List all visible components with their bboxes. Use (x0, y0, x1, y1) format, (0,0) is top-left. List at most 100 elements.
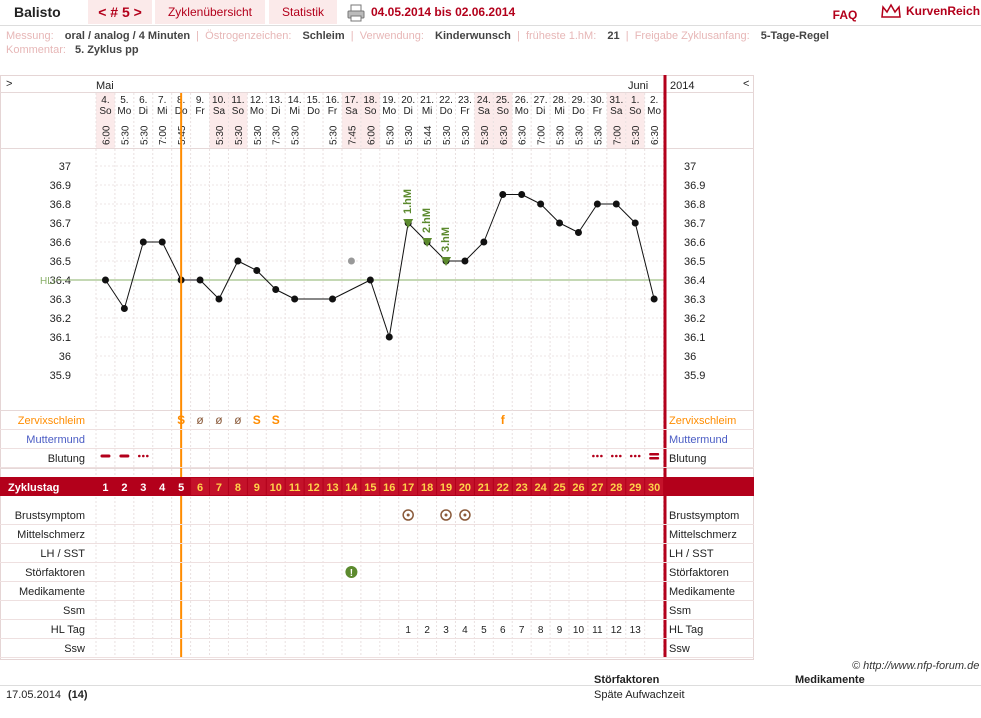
freigabe-value: 5-Tage-Regel (760, 30, 829, 42)
zyklustag-number: 15 (364, 482, 376, 494)
ytick-right: 36.2 (684, 313, 705, 325)
user-name: Balisto (14, 4, 61, 20)
footer-day: (14) (68, 689, 88, 701)
date-label: 16. (326, 95, 340, 106)
schleim-symbol: S (253, 413, 261, 427)
temp-point (196, 276, 204, 284)
tab-statistics[interactable]: Statistik (269, 0, 337, 24)
weekday-label: Do (572, 106, 585, 117)
ytick-left: 36.7 (50, 218, 71, 230)
schleim-symbol: S (177, 413, 185, 427)
blutung-spotting (629, 454, 633, 458)
hl-tag-number: 1 (405, 625, 411, 636)
hl-tag-number: 11 (592, 625, 603, 636)
temp-point (480, 238, 488, 246)
temp-point (385, 333, 393, 341)
ytick-right: 36.9 (684, 180, 705, 192)
ytick-right: 36.7 (684, 218, 705, 230)
medi-title: Medikamente (795, 674, 865, 686)
blutung-spotting (633, 454, 637, 458)
row-label-schleim: Zervixschleim (18, 415, 85, 427)
hl-tag-number: 13 (630, 625, 642, 636)
temp-point (537, 200, 545, 208)
time-label: 7:30 (272, 125, 283, 145)
kommentar-value: 5. Zyklus pp (74, 44, 139, 56)
date-label: 11. (231, 95, 244, 106)
temp-line-segment (369, 279, 390, 338)
temp-point (631, 219, 639, 227)
time-label: 5:30 (253, 125, 264, 145)
date-label: 25. (496, 95, 510, 106)
zyklustag-number: 5 (178, 482, 184, 494)
temp-point (556, 219, 564, 227)
blutung-spotting (600, 454, 603, 458)
zyklustag-number: 16 (383, 482, 395, 494)
row-label-muttermund: Muttermund (26, 434, 85, 446)
blutung-spotting (146, 454, 149, 458)
weekday-label: Mo (250, 106, 264, 117)
date-label: 30. (590, 95, 604, 106)
hl-tag-number: 4 (462, 625, 468, 636)
time-label: 5:45 (177, 125, 188, 145)
ytick-right: 37 (684, 161, 696, 173)
month-label-juni: Juni (628, 80, 648, 92)
temp-point (120, 305, 128, 312)
stoer-text: Späte Aufwachzeit (594, 689, 685, 701)
time-label: 6:00 (101, 125, 112, 145)
weekday-label: Fr (328, 106, 338, 117)
weekday-label: Do (307, 106, 320, 117)
cycle-chart: > <Mai Juni 20144.So6:005.Mo5:306.Di5:307.M… (0, 75, 754, 660)
time-label: 7:00 (612, 125, 623, 145)
blutung-spotting (619, 454, 622, 458)
date-label: 15. (307, 95, 321, 106)
blutung-spotting (611, 454, 614, 458)
date-label: 23. (458, 95, 472, 106)
verwendung-value: Kinderwunsch (435, 30, 511, 42)
temp-point (499, 191, 507, 198)
time-label: 6:30 (650, 125, 661, 145)
zyklustag-number: 27 (591, 482, 603, 494)
time-label: 5:30 (404, 125, 415, 145)
date-label: 2. (650, 95, 658, 106)
time-label: 7:00 (537, 125, 548, 145)
brustsymptom-dot (463, 513, 467, 517)
date-label: 22. (439, 95, 453, 106)
print-icon[interactable] (347, 4, 365, 22)
weekday-label: Mo (515, 106, 529, 117)
time-label: 5:30 (442, 125, 453, 145)
date-label: 7. (158, 95, 166, 106)
zyklustag-number: 29 (629, 482, 641, 494)
hl-tag-number: 6 (500, 625, 506, 636)
oestro-value: Schleim (302, 30, 345, 42)
stoer-title: Störfaktoren (594, 674, 660, 686)
date-label: 29. (572, 95, 586, 106)
date-label: 9. (196, 95, 204, 106)
blutung-spotting (615, 454, 618, 458)
weekday-label: Di (271, 106, 280, 117)
zyklustag-number: 9 (254, 482, 260, 494)
date-range: 04.05.2014 bis 02.06.2014 (371, 5, 516, 19)
hl-tag-number: 2 (424, 625, 430, 636)
ytick-left: 35.9 (50, 370, 71, 382)
ytick-right: 36 (684, 351, 696, 363)
cycle-nav[interactable]: < # 5 > (88, 0, 152, 24)
weekday-label: Mo (382, 106, 396, 117)
zyklustag-number: 1 (102, 482, 108, 494)
zyklustag-number: 24 (534, 482, 547, 494)
brand-name[interactable]: KurvenReich (906, 0, 981, 23)
blutung-heavy (119, 454, 130, 458)
ytick-left: 36.5 (50, 256, 71, 268)
row-label-right-mittel: Mittelschmerz (669, 529, 737, 541)
tab-overview[interactable]: Zyklenübersicht (155, 0, 265, 24)
faq-link[interactable]: FAQ (830, 3, 860, 27)
hl-tag-number: 3 (443, 625, 449, 636)
footer-date: 17.05.2014 (6, 689, 62, 701)
temp-point (650, 295, 658, 303)
weekday-label: Di (139, 106, 148, 117)
weekday-label: Sa (478, 106, 491, 117)
temp-point (461, 257, 469, 265)
hm-value: 21 (607, 30, 620, 42)
verwendung-label: Verwendung: (359, 30, 424, 42)
info-line-2: Kommentar: 5. Zyklus pp (6, 44, 139, 56)
hl-tag-number: 5 (481, 625, 487, 636)
